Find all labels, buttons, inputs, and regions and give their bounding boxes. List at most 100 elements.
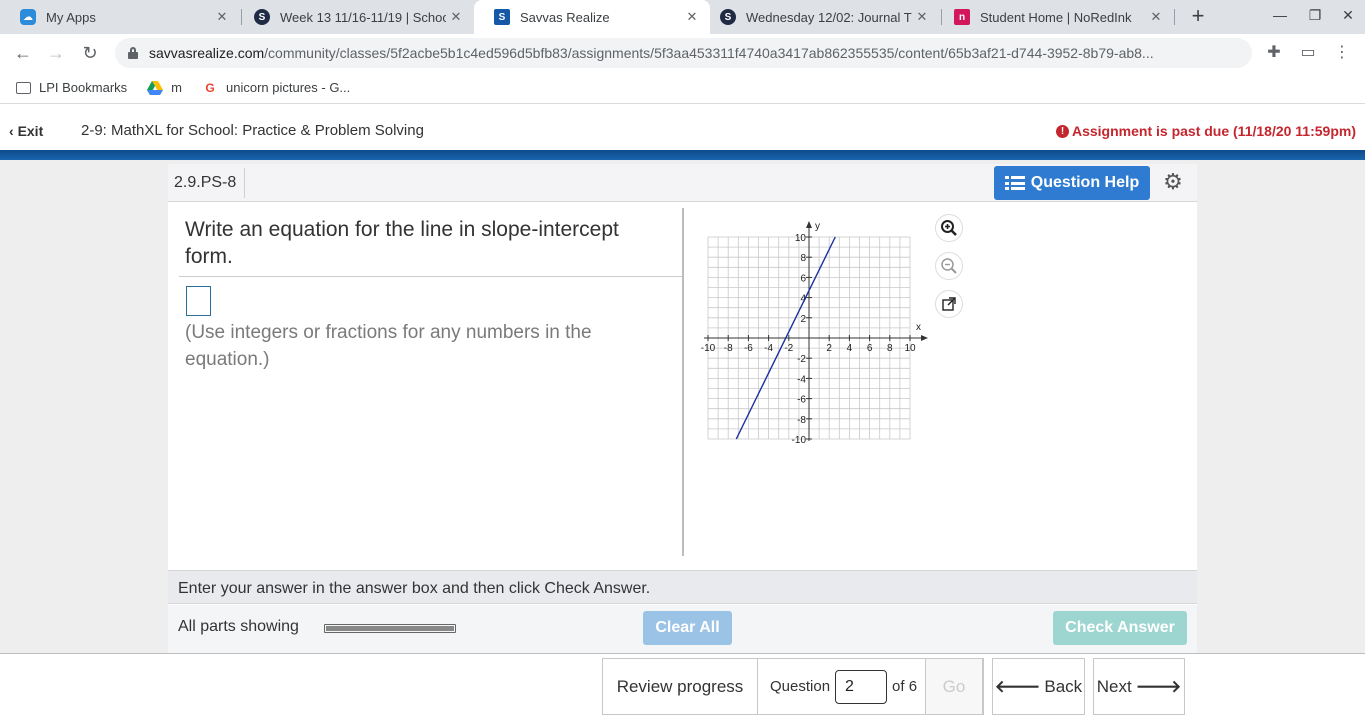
go-button[interactable]: Go [925,658,983,715]
y-tick-label: 6 [800,273,806,284]
question-prompt: Write an equation for the line in slope-… [185,218,619,268]
back-arrow-icon[interactable]: ← [12,42,34,64]
clear-all-button[interactable]: Clear All [643,611,732,645]
header-divider-bar [0,150,1365,160]
chevron-left-icon: ‹ [9,123,18,139]
of-label: of 6 [892,678,918,695]
cloud-icon: ☁ [20,9,36,25]
bookmark-unicorn[interactable]: G unicorn pictures - G... [202,80,350,95]
restore-icon[interactable]: ❐ [1305,7,1325,24]
tab-title: Savvas Realize [520,9,610,25]
popout-icon[interactable] [935,290,963,318]
graph-svg: -10 -8 -6 -4 -2 2 4 6 8 10108642-2-4-6-8-10xy [701,221,928,446]
alert-icon: ! [1055,124,1069,138]
close-tab-icon[interactable]: ✕ [446,9,466,25]
close-tab-icon[interactable]: ✕ [912,9,932,25]
new-tab-button[interactable]: + [1186,4,1210,28]
tab-savvas-realize[interactable]: S Savvas Realize ✕ [474,0,710,34]
tab-separator [1174,9,1175,25]
panel-divider [682,208,684,556]
y-axis-arrow [806,221,812,228]
savvas-icon: S [254,9,270,25]
folder-icon [16,81,31,94]
question-navigator: Question of 6 Go [758,658,984,715]
tab-noredink[interactable]: n Student Home | NoRedInk ✕ [934,0,1174,34]
parts-label: All parts showing [178,618,299,635]
address-bar[interactable]: savvasrealize.com/community/classes/5f2a… [115,38,1252,68]
zoom-out-icon[interactable] [935,252,963,280]
x-axis-label: x [916,322,921,333]
question-help-label: Question Help [1030,174,1140,191]
assignment-title: 2-9: MathXL for School: Practice & Probl… [81,122,424,139]
x-tick-label: 4 [847,343,853,354]
x-tick-label: 10 [904,343,916,354]
gear-icon[interactable]: ⚙ [1161,170,1185,194]
question-help-button[interactable]: Question Help [994,166,1150,200]
question-id: 2.9.PS-8 [174,174,237,191]
bookmark-lpi[interactable]: LPI Bookmarks [16,80,127,95]
url-text: savvasrealize.com/community/classes/5f2a… [149,45,1154,61]
minimize-icon[interactable]: — [1270,7,1290,23]
y-axis-label: y [815,221,820,232]
review-progress-button[interactable]: Review progress [602,658,758,715]
forward-arrow-icon[interactable]: → [45,42,67,64]
bookmark-label: LPI Bookmarks [39,80,128,95]
x-tick-label: -10 [701,343,716,354]
back-label: Back [1044,676,1083,696]
bookmark-label: unicorn pictures - G... [226,80,351,95]
past-due-notice: ! Assignment is past due (11/18/20 11:59… [1055,123,1356,139]
y-tick-label: -6 [797,395,806,406]
arrow-right-icon: 🡒 [1135,676,1182,696]
browser-toolbar: ← → ↻ savvasrealize.com/community/classe… [0,34,1365,72]
close-window-icon[interactable]: ✕ [1338,7,1358,24]
close-tab-icon[interactable]: ✕ [682,9,702,25]
y-tick-label: -2 [797,354,806,365]
next-button[interactable]: Next 🡒 [1093,658,1185,715]
zoom-in-icon[interactable] [935,214,963,242]
noredink-icon: n [954,9,970,25]
close-tab-icon[interactable]: ✕ [1146,9,1166,25]
next-label: Next [1096,676,1132,696]
x-tick-label: -8 [724,343,733,354]
google-icon: G [205,80,215,95]
tab-my-apps[interactable]: ☁ My Apps ✕ [0,0,240,34]
x-tick-label: 8 [887,343,893,354]
extensions-puzzle-icon[interactable]: ✚ [1264,43,1284,63]
check-answer-button[interactable]: Check Answer [1053,611,1187,645]
menu-kebab-icon[interactable]: ⋮ [1332,43,1352,63]
exit-button[interactable]: ‹ Exit [9,123,43,139]
answer-hint: (Use integers or fractions for any numbe… [185,322,592,370]
y-tick-label: 2 [800,314,806,325]
lock-icon [128,47,138,59]
parts-row: All parts showing Clear All Check Answer [168,605,1197,653]
y-tick-label: -8 [797,415,806,426]
cast-icon[interactable]: ▭ [1298,43,1318,63]
parts-progress-bar [324,624,456,633]
close-tab-icon[interactable]: ✕ [212,9,232,25]
bookmark-m[interactable]: m [147,80,182,95]
tab-wednesday-journal[interactable]: S Wednesday 12/02: Journal Ti ✕ [700,0,940,34]
question-label: Question [770,678,831,695]
url-path: /community/classes/5f2acbe5b1c4ed596d5bf… [264,45,1154,61]
answer-input-box[interactable] [186,286,211,316]
bookmarks-bar: LPI Bookmarks m G unicorn pictures - G..… [0,72,1365,104]
x-tick-label: 2 [826,343,832,354]
reload-icon[interactable]: ↻ [79,42,101,64]
savvas-icon: S [720,9,736,25]
question-panel: 2.9.PS-8 Question Help ⚙ Write an equati… [168,164,1197,653]
question-number-input[interactable] [835,669,888,704]
browser-tab-strip: ☁ My Apps ✕ S Week 13 11/16-11/19 | Scho… [0,0,1365,34]
past-due-text: Assignment is past due (11/18/20 11:59pm… [1071,123,1356,139]
back-button[interactable]: 🡐 Back [992,658,1085,715]
tab-week-13[interactable]: S Week 13 11/16-11/19 | Schoo ✕ [234,0,474,34]
tab-title: Wednesday 12/02: Journal Ti [746,9,912,25]
y-tick-label: -4 [797,374,806,385]
footer-navigation: Review progress Question of 6 Go 🡐Back N… [0,653,1365,718]
tab-title: Week 13 11/16-11/19 | Schoo [280,9,446,25]
arrow-left-icon: 🡐 [994,676,1041,696]
y-tick-label: 10 [795,233,807,244]
x-tick-label: -4 [764,343,773,354]
tab-title: Student Home | NoRedInk [980,9,1132,25]
google-drive-icon [147,80,164,95]
x-tick-label: -2 [784,343,793,354]
